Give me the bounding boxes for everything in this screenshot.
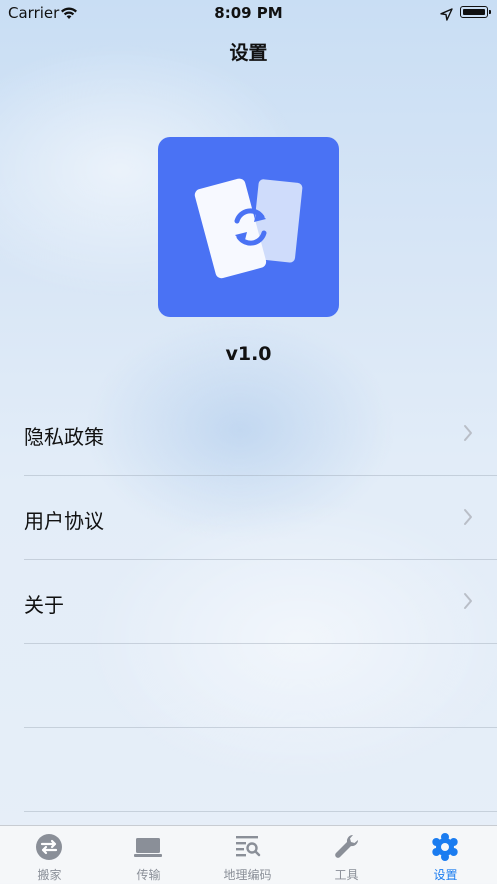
tab-transfer[interactable]: 传输 — [99, 826, 198, 884]
swap-cards-icon — [194, 178, 303, 279]
menu-item-label: 隐私政策 — [24, 425, 104, 449]
gear-icon — [430, 832, 460, 862]
menu-item-about[interactable]: 关于 — [24, 560, 497, 644]
chevron-right-icon — [463, 508, 473, 530]
tab-label: 设置 — [433, 868, 458, 882]
status-bar: Carrier 8:09 PM — [0, 0, 497, 26]
settings-menu: 隐私政策 用户协议 关于 — [0, 392, 497, 812]
battery-icon — [460, 6, 491, 18]
tab-label: 地理编码 — [223, 868, 272, 882]
status-time: 8:09 PM — [214, 4, 283, 22]
page-title: 设置 — [229, 42, 268, 64]
app-logo — [158, 137, 339, 317]
wrench-icon — [331, 832, 361, 862]
chevron-right-icon — [463, 592, 473, 614]
chevron-right-icon — [463, 424, 473, 446]
empty-row — [24, 644, 497, 728]
tab-label: 搬家 — [37, 868, 62, 882]
tab-tools[interactable]: 工具 — [297, 826, 396, 884]
tab-geocoding[interactable]: 地理编码 — [198, 826, 297, 884]
search-list-icon — [232, 832, 262, 862]
app-version: v1.0 — [225, 343, 272, 365]
tab-settings[interactable]: 设置 — [396, 826, 495, 884]
menu-item-privacy-policy[interactable]: 隐私政策 — [24, 392, 497, 476]
swap-circle-icon — [34, 832, 64, 862]
menu-item-label: 用户协议 — [24, 509, 104, 533]
laptop-icon — [133, 832, 163, 862]
tab-label: 传输 — [136, 868, 161, 882]
tab-label: 工具 — [334, 868, 359, 882]
menu-item-user-agreement[interactable]: 用户协议 — [24, 476, 497, 560]
tab-move[interactable]: 搬家 — [0, 826, 99, 884]
tab-bar: 搬家 传输 地理编码 工具 设置 — [0, 825, 497, 884]
menu-item-label: 关于 — [24, 593, 64, 617]
empty-row — [24, 728, 497, 812]
location-arrow-icon — [440, 6, 453, 25]
